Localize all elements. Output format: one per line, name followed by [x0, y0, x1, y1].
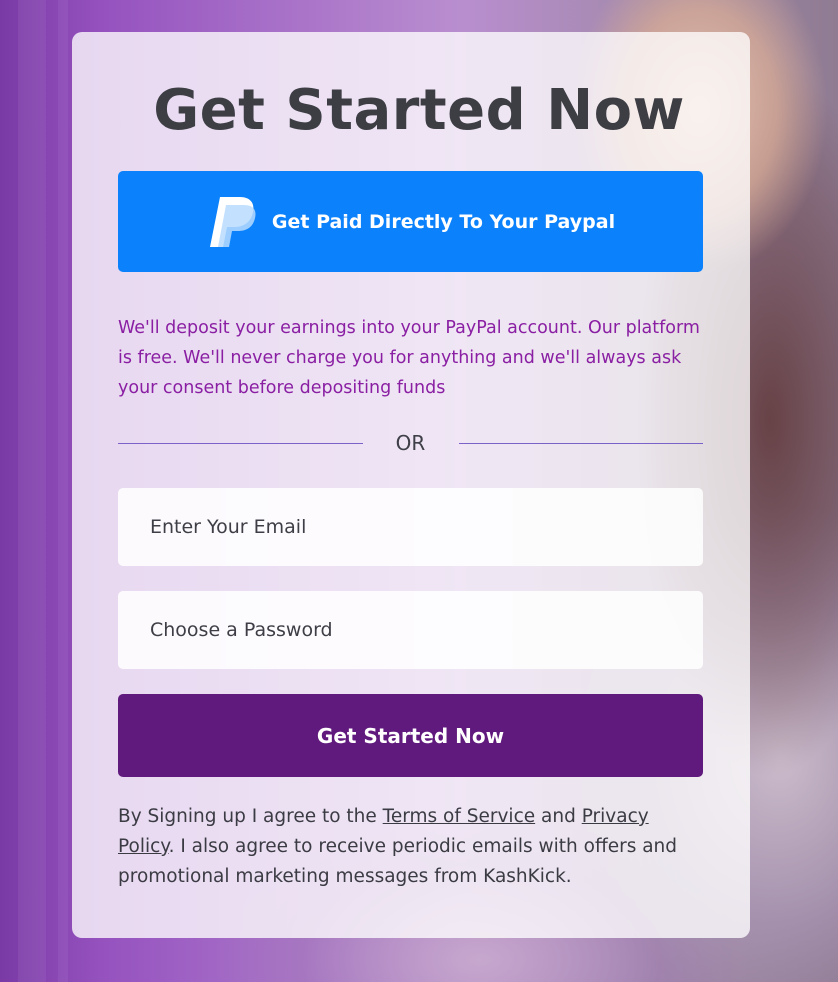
terms-suffix: . I also agree to receive periodic email… [118, 836, 678, 887]
background-stripe [18, 0, 46, 982]
get-started-button[interactable]: Get Started Now [118, 694, 703, 777]
payout-description: We'll deposit your earnings into your Pa… [118, 318, 700, 398]
terms-prefix: By Signing up I agree to the [118, 806, 383, 827]
background-stripe [58, 0, 68, 982]
email-field[interactable] [118, 488, 703, 566]
or-divider: OR [118, 428, 703, 458]
paypal-button[interactable]: Get Paid Directly To Your Paypal [118, 171, 703, 272]
page-title: Get Started Now [153, 78, 685, 143]
paypal-logo-icon [209, 196, 256, 247]
terms-text: By Signing up I agree to the Terms of Se… [118, 802, 703, 892]
terms-and: and [535, 806, 582, 827]
divider-or-text: OR [395, 431, 426, 455]
paypal-button-label: Get Paid Directly To Your Paypal [271, 210, 616, 233]
password-field[interactable] [118, 591, 703, 669]
terms-of-service-link[interactable]: Terms of Service [383, 806, 535, 827]
divider-line-left [118, 442, 363, 444]
divider-line-right [458, 442, 703, 444]
